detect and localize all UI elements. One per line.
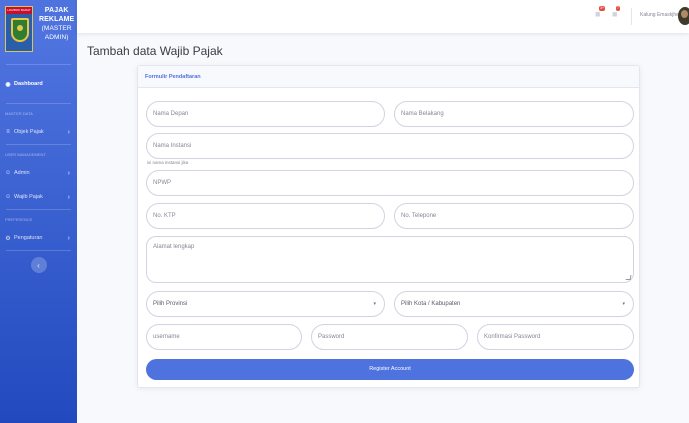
brand-title: PAJAK REKLAME (MASTER ADMIN) [39, 6, 74, 42]
sidebar-item-admin[interactable]: ☺ Admin › [0, 161, 77, 185]
topbar-divider [631, 8, 632, 25]
alamat-textarea[interactable]: Alamat lengkap [146, 236, 634, 283]
chevron-right-icon: › [67, 128, 70, 136]
brand-title-line-1: PAJAK [44, 7, 69, 14]
user-icon: ☺ [5, 194, 12, 200]
topbar: ■ 3+ ■ 7 Kalung Emaskjheh [77, 0, 689, 33]
messages-badge: 7 [616, 6, 620, 11]
nama-depan-field[interactable]: Nama Depan [146, 101, 385, 127]
page-title: Tambah data Wajib Pajak [87, 44, 223, 58]
sidebar-heading-user: USER MANAGEMENT [5, 152, 46, 157]
messages-envelope[interactable]: ■ 7 [612, 6, 620, 19]
shield-emblem [11, 18, 29, 42]
brand-title-line-2: REKLAME [39, 16, 75, 23]
sidebar-item-dashboard[interactable]: ◉ Dashboard [0, 65, 77, 103]
avatar[interactable] [678, 7, 689, 25]
sidebar-heading-preference: PREFERENCE [5, 217, 33, 222]
alerts-badge: 3+ [599, 6, 605, 11]
gear-icon: ⚙ [5, 235, 11, 242]
instansi-hint: isi nama instansi jika [147, 160, 189, 165]
sidebar: LOMBOK BARAT PAJAK REKLAME (MASTER ADMIN… [0, 0, 77, 423]
sidebar-item-label: Pengaturan [14, 235, 43, 241]
konfirmasi-password-field[interactable]: Konfirmasi Password [477, 324, 634, 350]
provinsi-select[interactable]: Pilih Provinsi ▾ [146, 291, 385, 317]
sidebar-item-label: Dashboard [14, 81, 43, 87]
provinsi-selected: Pilih Provinsi [153, 301, 188, 307]
chevron-left-icon: ‹ [37, 260, 40, 270]
resize-handle-icon[interactable] [625, 275, 632, 280]
user-icon: ☺ [5, 170, 12, 176]
chevron-right-icon: › [67, 169, 70, 177]
card-header: Formulir Pendaftaran [138, 66, 639, 88]
kota-selected: Pilih Kota / Kabupaten [401, 301, 461, 307]
chevron-right-icon: › [67, 193, 70, 201]
logo-text: LOMBOK BARAT [6, 7, 32, 14]
sidebar-toggle-button[interactable]: ‹ [30, 257, 47, 273]
alamat-placeholder: Alamat lengkap [153, 244, 195, 250]
brand-subtitle-line-2: ADMIN) [44, 34, 69, 41]
no-telepone-field[interactable]: No. Telepone [394, 203, 634, 229]
brand-subtitle-line-1: (MASTER [41, 25, 72, 32]
sidebar-divider [6, 250, 71, 251]
sidebar-item-label: Wajib Pajak [14, 194, 43, 200]
brand-logo: LOMBOK BARAT [5, 6, 33, 52]
nama-instansi-field[interactable]: Nama Instansi [146, 133, 634, 159]
sidebar-item-pengaturan[interactable]: ⚙ Pengaturan › [0, 226, 77, 250]
username-field[interactable]: username [146, 324, 302, 350]
kota-select[interactable]: Pilih Kota / Kabupaten ▾ [394, 291, 634, 317]
list-icon: ≡ [6, 129, 10, 135]
register-account-button[interactable]: Register Account [146, 359, 634, 380]
sidebar-brand[interactable]: LOMBOK BARAT PAJAK REKLAME (MASTER ADMIN… [0, 0, 77, 64]
no-ktp-field[interactable]: No. KTP [146, 203, 385, 229]
chevron-down-icon: ▾ [622, 301, 625, 307]
chevron-down-icon: ▾ [373, 301, 376, 307]
npwp-field[interactable]: NPWP [146, 170, 634, 196]
sidebar-item-label: Objek Pajak [14, 129, 44, 135]
nama-belakang-field[interactable]: Nama Belakang [394, 101, 634, 127]
chevron-right-icon: › [67, 234, 70, 242]
alerts-bell[interactable]: ■ 3+ [595, 6, 605, 19]
registration-card: Formulir Pendaftaran Nama Depan Nama Bel… [137, 65, 640, 388]
sidebar-heading-master: MASTER DATA [5, 111, 33, 116]
password-field[interactable]: Password [311, 324, 468, 350]
dashboard-icon: ◉ [5, 81, 11, 88]
sidebar-item-wajib-pajak[interactable]: ☺ Wajib Pajak › [0, 185, 77, 209]
user-name[interactable]: Kalung Emaskjheh [640, 12, 682, 18]
sidebar-item-objek-pajak[interactable]: ≡ Objek Pajak › [0, 120, 77, 144]
sidebar-item-label: Admin [14, 170, 30, 176]
